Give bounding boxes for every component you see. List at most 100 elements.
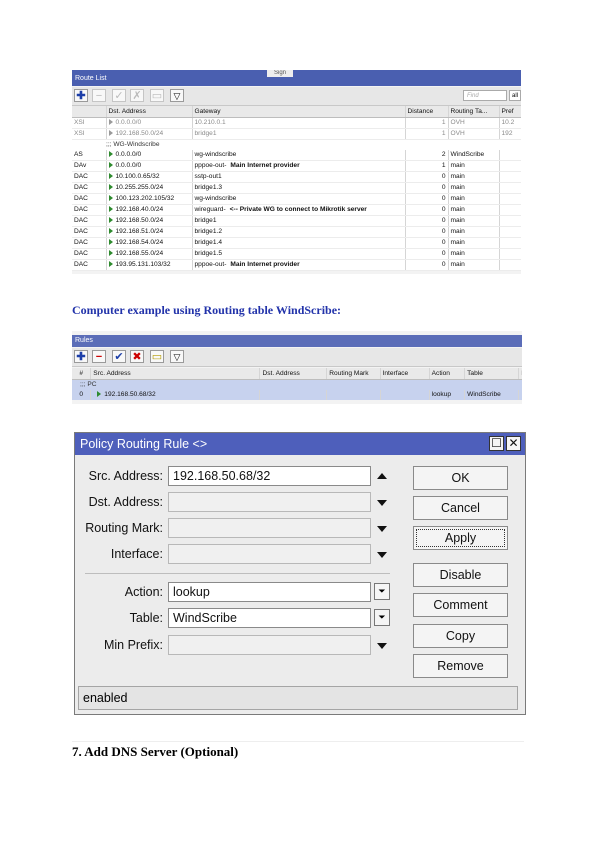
route-dst-address: 0.0.0.0/0 [106, 160, 193, 172]
route-dst-value: 193.95.131.103/32 [115, 261, 171, 268]
route-column-header[interactable]: Pref [499, 106, 521, 118]
route-distance: 0 [405, 171, 449, 183]
rules-row[interactable]: 0 192.168.50.68/32 lookup WindScribe [72, 390, 522, 400]
route-column-header[interactable] [72, 106, 107, 118]
route-active-icon [108, 130, 113, 136]
remove-icon[interactable]: − [92, 89, 106, 102]
route-row[interactable]: DAC 192.168.54.0/24 bridge1.4 0 main [72, 237, 521, 249]
route-gateway: bridge1.3 [192, 182, 406, 194]
rules-column-header[interactable]: Dst. Address [259, 368, 328, 380]
route-dst-address: 100.123.202.105/32 [106, 193, 193, 205]
enable-icon[interactable]: ✓ [112, 89, 126, 102]
route-flags: DAC [72, 259, 107, 271]
sign-tab[interactable]: Sign [267, 70, 293, 77]
route-dst-address: 10.100.0.65/32 [106, 171, 193, 183]
min-prefix-field[interactable] [168, 635, 371, 655]
disable-icon[interactable]: ✗ [130, 89, 144, 102]
route-comment-row[interactable]: ;;; WG-Windscribe [72, 139, 521, 150]
route-flags: XSI [72, 128, 107, 140]
route-column-header[interactable]: Distance [405, 106, 449, 118]
find-input[interactable]: Find [463, 90, 507, 101]
copy-button[interactable]: Copy [413, 624, 508, 648]
ok-button[interactable]: OK [413, 466, 508, 490]
table-select[interactable]: WindScribe [168, 608, 371, 628]
route-row[interactable]: DAC 192.168.50.0/24 bridge1 0 main [72, 215, 521, 227]
interface-field[interactable] [168, 544, 371, 564]
disable-icon[interactable]: ✖ [130, 350, 144, 363]
comment-button[interactable]: Comment [413, 593, 508, 617]
rules-column-header[interactable]: Table [464, 368, 520, 380]
add-icon[interactable]: ✚ [74, 89, 88, 102]
find-scope-select[interactable]: all [509, 90, 521, 101]
route-row[interactable]: DAC 100.123.202.105/32 wg-windscribe 0 main [72, 193, 521, 205]
route-distance: 0 [405, 182, 449, 194]
route-column-header[interactable]: Gateway [192, 106, 406, 118]
comment-icon[interactable]: ▭ [150, 89, 164, 102]
routing-mark-field[interactable] [168, 518, 371, 538]
route-dst-address: 192.168.55.0/24 [106, 248, 193, 260]
action-select[interactable]: lookup [168, 582, 371, 602]
maximize-icon[interactable]: ☐ [489, 436, 504, 451]
comment-icon[interactable]: ▭ [150, 350, 164, 363]
rules-column-header[interactable]: Interface [380, 368, 430, 380]
src-address-collapse-icon[interactable] [377, 473, 387, 479]
routing-mark-expand-icon[interactable] [377, 526, 387, 532]
add-icon[interactable]: ✚ [74, 350, 88, 363]
disable-button[interactable]: Disable [413, 563, 508, 587]
action-dropdown-icon[interactable]: ⏷ [374, 583, 390, 600]
route-column-header[interactable]: Routing Ta... [448, 106, 500, 118]
remove-button[interactable]: Remove [413, 654, 508, 678]
route-column-header[interactable]: Dst. Address [106, 106, 193, 118]
route-flags: DAC [72, 204, 107, 216]
route-gateway-value: bridge1 [194, 130, 217, 137]
route-dst-address: 193.95.131.103/32 [106, 259, 193, 271]
policy-routing-rule-dialog: Policy Routing Rule <> ☐ ✕ Src. Address:… [74, 432, 526, 715]
route-active-icon [108, 261, 113, 267]
rules-column-header[interactable]: M [518, 368, 522, 380]
rules-column-header[interactable]: Action [429, 368, 466, 380]
rules-column-header[interactable]: Routing Mark [326, 368, 381, 380]
src-address-field[interactable]: 192.168.50.68/32 [168, 466, 371, 486]
route-active-icon [108, 239, 113, 245]
route-row[interactable]: DAC 192.168.40.0/24 wireguard- <-- Private … [72, 204, 521, 216]
route-active-icon [108, 228, 113, 234]
route-routing-table: OVH [448, 128, 500, 140]
enable-icon[interactable]: ✔ [112, 350, 126, 363]
route-gateway: bridge1.5 [192, 248, 406, 260]
dialog-title: Policy Routing Rule <> [80, 437, 208, 451]
route-row[interactable]: DAC 10.255.255.0/24 bridge1.3 0 main [72, 182, 521, 194]
src-address-label: Src. Address: [88, 469, 163, 483]
rule-action: lookup [429, 390, 466, 400]
interface-expand-icon[interactable] [377, 552, 387, 558]
remove-icon[interactable]: − [92, 350, 106, 363]
route-row[interactable]: DAC 192.168.51.0/24 bridge1.2 0 main [72, 226, 521, 238]
route-row[interactable]: DAC 192.168.55.0/24 bridge1.5 0 main [72, 248, 521, 260]
route-gateway: bridge1.4 [192, 237, 406, 249]
route-row[interactable]: AS 0.0.0.0/0 wg-windscribe 2 WindScribe [72, 150, 521, 161]
rules-column-header[interactable]: Src. Address [90, 368, 261, 380]
route-row[interactable]: XSI 192.168.50.0/24 bridge1 1 OVH 192 [72, 128, 521, 140]
route-flags: DAC [72, 171, 107, 183]
filter-icon[interactable]: ▽ [170, 89, 184, 102]
filter-icon[interactable]: ▽ [170, 350, 184, 363]
route-annotation: Main Internet provider [230, 261, 300, 268]
route-row[interactable]: XSI 0.0.0.0/0 10.210.0.1 1 OVH 10.2 [72, 117, 521, 129]
routing-mark-label: Routing Mark: [85, 521, 163, 535]
apply-button[interactable]: Apply [413, 526, 508, 550]
route-row[interactable]: DAC 10.100.0.65/32 sstp-out1 0 main [72, 171, 521, 183]
route-distance: 0 [405, 248, 449, 260]
cancel-button[interactable]: Cancel [413, 496, 508, 520]
dst-address-expand-icon[interactable] [377, 500, 387, 506]
rules-column-header[interactable]: # [72, 368, 92, 380]
min-prefix-label: Min Prefix: [103, 638, 163, 652]
route-row[interactable]: DAv 0.0.0.0/0 pppoe-out- Main Internet prov… [72, 160, 521, 172]
route-annotation: <-- Private WG to connect to Mikrotik se… [229, 206, 367, 213]
route-flags: XSI [72, 117, 107, 129]
route-dst-address: 192.168.54.0/24 [106, 237, 193, 249]
dst-address-field[interactable] [168, 492, 371, 512]
table-dropdown-icon[interactable]: ⏷ [374, 609, 390, 626]
route-distance: 0 [405, 226, 449, 238]
close-icon[interactable]: ✕ [506, 436, 521, 451]
min-prefix-expand-icon[interactable] [377, 643, 387, 649]
route-row[interactable]: DAC 193.95.131.103/32 pppoe-out- Main Inter… [72, 259, 521, 271]
